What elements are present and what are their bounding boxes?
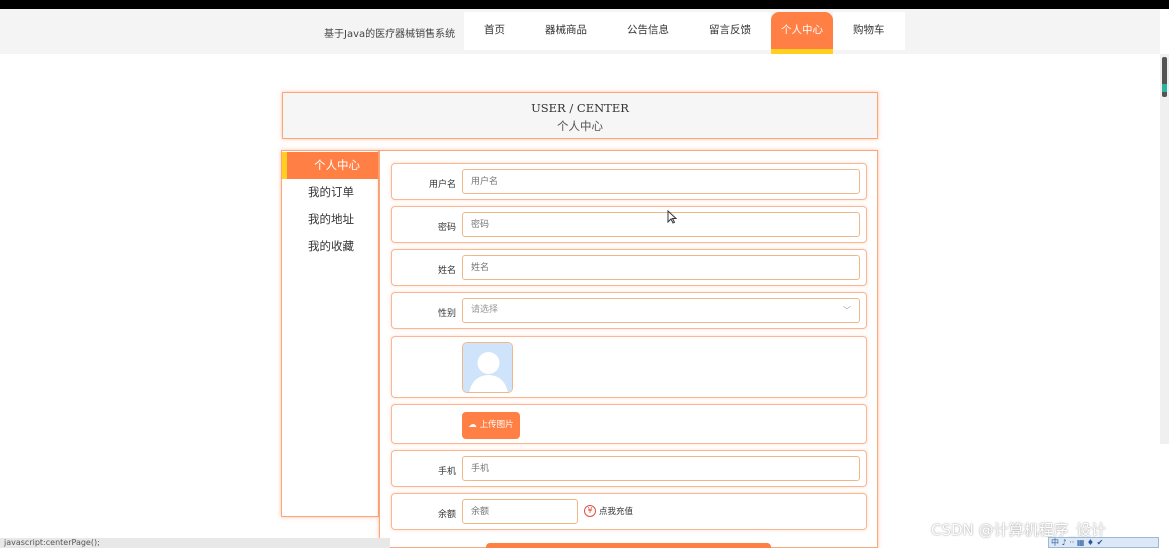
sidebar-item-orders[interactable]: 我的订单 (282, 179, 378, 206)
name-row: 姓名 (391, 249, 867, 286)
nav-home[interactable]: 首页 (464, 12, 525, 50)
gender-row: 性别 请选择 ﹀ (391, 292, 867, 329)
yen-icon: ¥ (584, 505, 596, 517)
cloud-upload-icon: ☁ (468, 420, 477, 430)
phone-input[interactable] (462, 456, 860, 481)
recharge-label: 点我充值 (599, 507, 634, 517)
upload-row: ☁ 上传图片 (391, 404, 867, 444)
balance-label: 余额 (437, 510, 456, 520)
nav-user-center[interactable]: 个人中心 (771, 12, 833, 54)
scrollbar-marker (1162, 84, 1167, 92)
site-title: 基于Java的医疗器械销售系统 (324, 29, 456, 40)
sidebar-item-user-center[interactable]: 个人中心 (282, 152, 378, 179)
gender-select[interactable]: 请选择 ﹀ (462, 298, 860, 323)
chevron-down-icon: ﹀ (843, 306, 851, 315)
banner-title-en: USER / CENTER (531, 101, 629, 115)
recharge-link[interactable]: ¥ 点我充值 (584, 505, 633, 517)
username-row: 用户名 (391, 163, 867, 200)
nav-announcements[interactable]: 公告信息 (607, 12, 689, 50)
main-nav: 首页 器械商品 公告信息 留言反馈 个人中心 购物车 (464, 12, 905, 54)
sidebar-item-favorites[interactable]: 我的收藏 (282, 233, 378, 260)
submit-button[interactable] (486, 543, 771, 548)
sidebar-item-addresses[interactable]: 我的地址 (282, 206, 378, 233)
nav-products[interactable]: 器械商品 (525, 12, 607, 50)
password-input[interactable] (462, 212, 860, 237)
browser-status-bar: javascript:centerPage(); (0, 538, 390, 548)
nav-cart[interactable]: 购物车 (833, 12, 905, 50)
system-tray[interactable]: 中 ♪ ·· ▦ ♦ ✔ (1048, 537, 1159, 548)
page-scrollbar[interactable] (1160, 54, 1169, 444)
user-center-banner: USER / CENTER 个人中心 (282, 92, 878, 139)
password-row: 密码 (391, 206, 867, 243)
phone-label: 手机 (437, 467, 456, 477)
gender-select-value: 请选择 (471, 305, 499, 315)
avatar-placeholder-icon (463, 343, 512, 392)
balance-input[interactable] (462, 499, 578, 524)
username-input[interactable] (462, 169, 860, 194)
avatar[interactable] (462, 342, 513, 393)
user-sidebar: 个人中心 我的订单 我的地址 我的收藏 (281, 150, 379, 517)
mouse-cursor-icon (667, 209, 678, 224)
gender-label: 性别 (437, 309, 456, 319)
balance-row: 余额 ¥ 点我充值 (391, 493, 867, 530)
tray-icons: 中 ♪ ·· ▦ ♦ ✔ (1051, 538, 1104, 547)
name-label: 姓名 (437, 266, 456, 276)
nav-feedback[interactable]: 留言反馈 (689, 12, 771, 50)
name-input[interactable] (462, 255, 860, 280)
phone-row: 手机 (391, 450, 867, 487)
username-label: 用户名 (428, 180, 456, 190)
browser-top-bar (0, 0, 1169, 9)
banner-title-cn: 个人中心 (557, 119, 603, 133)
upload-image-button[interactable]: ☁ 上传图片 (462, 412, 520, 439)
avatar-row (391, 336, 867, 398)
password-label: 密码 (437, 223, 456, 233)
profile-form: 用户名 密码 姓名 性别 请选择 ﹀ ☁ 上传图片 手机 (379, 150, 878, 548)
upload-button-label: 上传图片 (479, 420, 514, 430)
site-header: 基于Java的医疗器械销售系统 首页 器械商品 公告信息 留言反馈 个人中心 购… (0, 9, 1160, 54)
